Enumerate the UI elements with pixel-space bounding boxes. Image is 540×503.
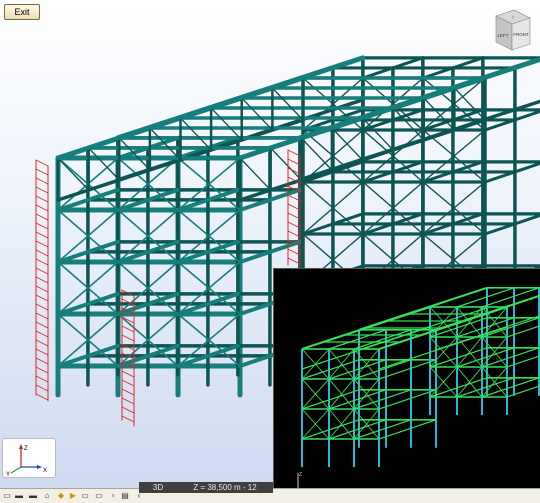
ladder-rung	[35, 186, 49, 194]
z-axis-label: Z	[24, 446, 28, 452]
bridge-brace	[241, 97, 274, 131]
undo-icon[interactable]: ▬	[14, 490, 24, 501]
x-axis-label: X	[43, 468, 47, 474]
ladder-rung	[121, 334, 135, 342]
ladder-rung	[121, 370, 135, 378]
ladder-rung	[35, 258, 49, 266]
inset-beam	[378, 359, 437, 380]
ladder-rung	[35, 357, 49, 365]
bridge-brace	[300, 137, 333, 171]
ladder-rung	[35, 276, 49, 284]
ladder-rung	[35, 375, 49, 383]
bridge-brace	[179, 117, 212, 151]
save-icon[interactable]: ▭	[2, 490, 12, 501]
ladder-rung	[35, 339, 49, 347]
ladder-rung	[35, 366, 49, 374]
inset-beam	[456, 287, 515, 308]
svg-text:Z: Z	[299, 472, 302, 478]
ladder-rung	[35, 294, 49, 302]
inset-beam	[378, 389, 437, 410]
ladder-rung	[35, 393, 49, 401]
inset-beam	[353, 329, 412, 350]
ladder-rung	[35, 204, 49, 212]
ladder-rung	[35, 240, 49, 248]
axis-indicator: Z X Y	[2, 438, 56, 478]
ladder-rung	[35, 177, 49, 185]
layer-icon[interactable]: ▤	[120, 490, 130, 501]
bridge-brace	[210, 107, 243, 141]
ladder-rung	[35, 267, 49, 275]
y-axis-icon	[10, 466, 22, 474]
cube-front-label: FRONT	[513, 32, 529, 37]
ladder-rung	[121, 379, 135, 387]
bridge-brace	[57, 157, 90, 191]
exit-button[interactable]: Exit	[4, 4, 40, 20]
measure-icon[interactable]: ▭	[94, 490, 104, 501]
ladder-rung	[35, 195, 49, 203]
ladder-rung	[35, 249, 49, 257]
inset-beam	[328, 329, 387, 350]
y-axis-label: Y	[6, 472, 10, 477]
ladder-rung	[35, 348, 49, 356]
ladder-rung	[35, 303, 49, 311]
inset-beam	[378, 419, 437, 440]
bridge-brace	[269, 147, 302, 181]
bridge-brace	[87, 147, 120, 181]
inset-beam	[481, 287, 540, 308]
bridge-brace	[239, 157, 272, 191]
ladder-rung	[121, 415, 135, 423]
ladder-rung	[35, 159, 49, 167]
ladder-rung	[35, 231, 49, 239]
view-cube[interactable]: T LEFT FRONT	[486, 8, 534, 54]
coordinate-readout: Z = 38,500 m - 12	[177, 482, 273, 493]
ladder-rung	[35, 222, 49, 230]
zoom-icon[interactable]: ◆	[56, 490, 66, 501]
ladder-rung	[35, 213, 49, 221]
view-mode-indicator[interactable]: 3D	[139, 482, 177, 493]
ladder-rung	[35, 330, 49, 338]
cube-left-label: LEFT	[497, 33, 508, 38]
ladder-rung	[121, 388, 135, 396]
grid-icon[interactable]: ▫	[108, 490, 118, 501]
redo-icon[interactable]: ▬	[28, 490, 38, 501]
ladder-rung	[121, 406, 135, 414]
ladder-rung	[121, 397, 135, 405]
ladder-rung	[35, 384, 49, 392]
bridge-brace	[271, 87, 304, 121]
snap-icon[interactable]: ▭	[80, 490, 90, 501]
bridge-brace	[392, 107, 425, 141]
analysis-model-preview: Z X Y	[273, 268, 540, 503]
print-icon[interactable]: ⌂	[42, 490, 52, 501]
ladder-rung	[35, 312, 49, 320]
ladder-rung	[35, 285, 49, 293]
select-icon[interactable]: ▶	[68, 490, 78, 501]
ladder-rung	[35, 168, 49, 176]
ladder-rung	[35, 321, 49, 329]
bridge-brace	[331, 127, 364, 161]
